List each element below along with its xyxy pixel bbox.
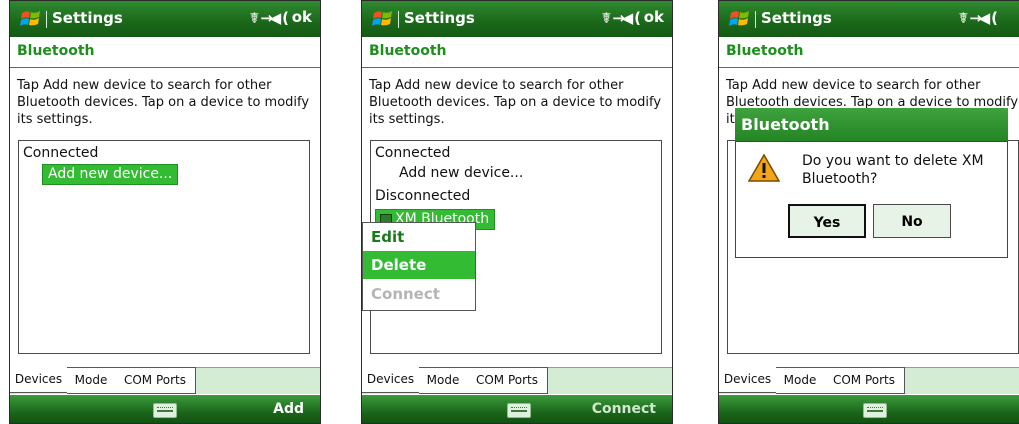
group-connected: Connected [375, 145, 451, 161]
tab-com-ports[interactable]: COM Ports [824, 367, 905, 394]
volume-icon[interactable]: ◀( [270, 9, 290, 27]
keyboard-icon[interactable] [863, 403, 887, 418]
page-header: Bluetooth [719, 37, 1019, 68]
windows-start-icon[interactable] [20, 8, 42, 30]
group-disconnected: Disconnected [375, 188, 471, 204]
device-list[interactable]: Connected Add new device... [18, 140, 310, 354]
tab-bar: Devices Mode COM Ports [362, 367, 672, 395]
group-connected: Connected [23, 145, 99, 161]
tab-bar: Devices Mode COM Ports [10, 367, 320, 395]
page-title: Bluetooth [369, 43, 447, 59]
screen-context-menu: Settings ☤→ ◀( ok Bluetooth Tap Add new … [361, 0, 673, 424]
menu-item-connect[interactable]: Connect [363, 280, 475, 308]
warning-icon [747, 153, 781, 182]
tab-com-ports[interactable]: COM Ports [467, 367, 548, 394]
softkey-bar: Add [10, 395, 320, 423]
tab-devices[interactable]: Devices [10, 367, 68, 393]
dialog-title: Bluetooth [741, 115, 830, 134]
add-new-device-item[interactable]: Add new device... [399, 165, 523, 181]
keyboard-icon[interactable] [153, 403, 177, 418]
context-menu: Edit Delete Connect [362, 222, 476, 311]
title-bar: Settings ☤→ ◀( ok [10, 1, 320, 37]
window-title: Settings [761, 9, 832, 27]
no-button[interactable]: No [873, 204, 951, 238]
intro-text: Tap Add new device to search for other B… [17, 78, 310, 127]
tab-mode[interactable]: Mode [419, 367, 468, 394]
window-title: Settings [404, 9, 475, 27]
page-header: Bluetooth [10, 37, 320, 68]
menu-item-delete[interactable]: Delete [363, 251, 475, 279]
title-bar: Settings ☤→ ◀( ok [362, 1, 672, 37]
title-bar: Settings ☤→ ◀( [719, 1, 1019, 37]
window-title: Settings [52, 9, 123, 27]
softkey-bar [719, 395, 1019, 423]
softkey-bar: Connect [362, 395, 672, 423]
dialog-message: Do you want to delete XM Bluetooth? [802, 153, 984, 187]
ok-button[interactable]: ok [644, 8, 664, 26]
windows-start-icon[interactable] [372, 8, 394, 30]
add-new-device-item[interactable]: Add new device... [42, 164, 179, 185]
tab-bar: Devices Mode COM Ports [719, 367, 1019, 395]
page-title: Bluetooth [726, 43, 804, 59]
tab-devices[interactable]: Devices [362, 367, 420, 393]
title-separator [46, 11, 47, 28]
tab-mode[interactable]: Mode [776, 367, 825, 394]
menu-item-edit[interactable]: Edit [363, 223, 475, 251]
delete-dialog: Bluetooth Do you want to delete XM Bluet… [735, 108, 1008, 258]
windows-start-icon[interactable] [729, 8, 751, 30]
title-separator [398, 11, 399, 28]
tab-mode[interactable]: Mode [67, 367, 116, 394]
tab-com-ports[interactable]: COM Ports [115, 367, 196, 394]
ok-button[interactable]: ok [292, 8, 312, 26]
page-header: Bluetooth [362, 37, 672, 68]
screen-add-device: Settings ☤→ ◀( ok Bluetooth Tap Add new … [9, 0, 321, 424]
add-softkey[interactable]: Add [273, 401, 304, 417]
dialog-title-bar: Bluetooth [735, 108, 1008, 141]
yes-button[interactable]: Yes [788, 204, 866, 238]
connect-softkey[interactable]: Connect [592, 401, 656, 417]
volume-icon[interactable]: ◀( [622, 9, 642, 27]
intro-text: Tap Add new device to search for other B… [369, 78, 662, 127]
volume-icon[interactable]: ◀( [979, 9, 999, 27]
title-separator [755, 11, 756, 28]
tab-devices[interactable]: Devices [719, 367, 777, 393]
dialog-body: Do you want to delete XM Bluetooth? Yes … [735, 141, 1008, 258]
keyboard-icon[interactable] [507, 403, 531, 418]
page-title: Bluetooth [17, 43, 95, 59]
